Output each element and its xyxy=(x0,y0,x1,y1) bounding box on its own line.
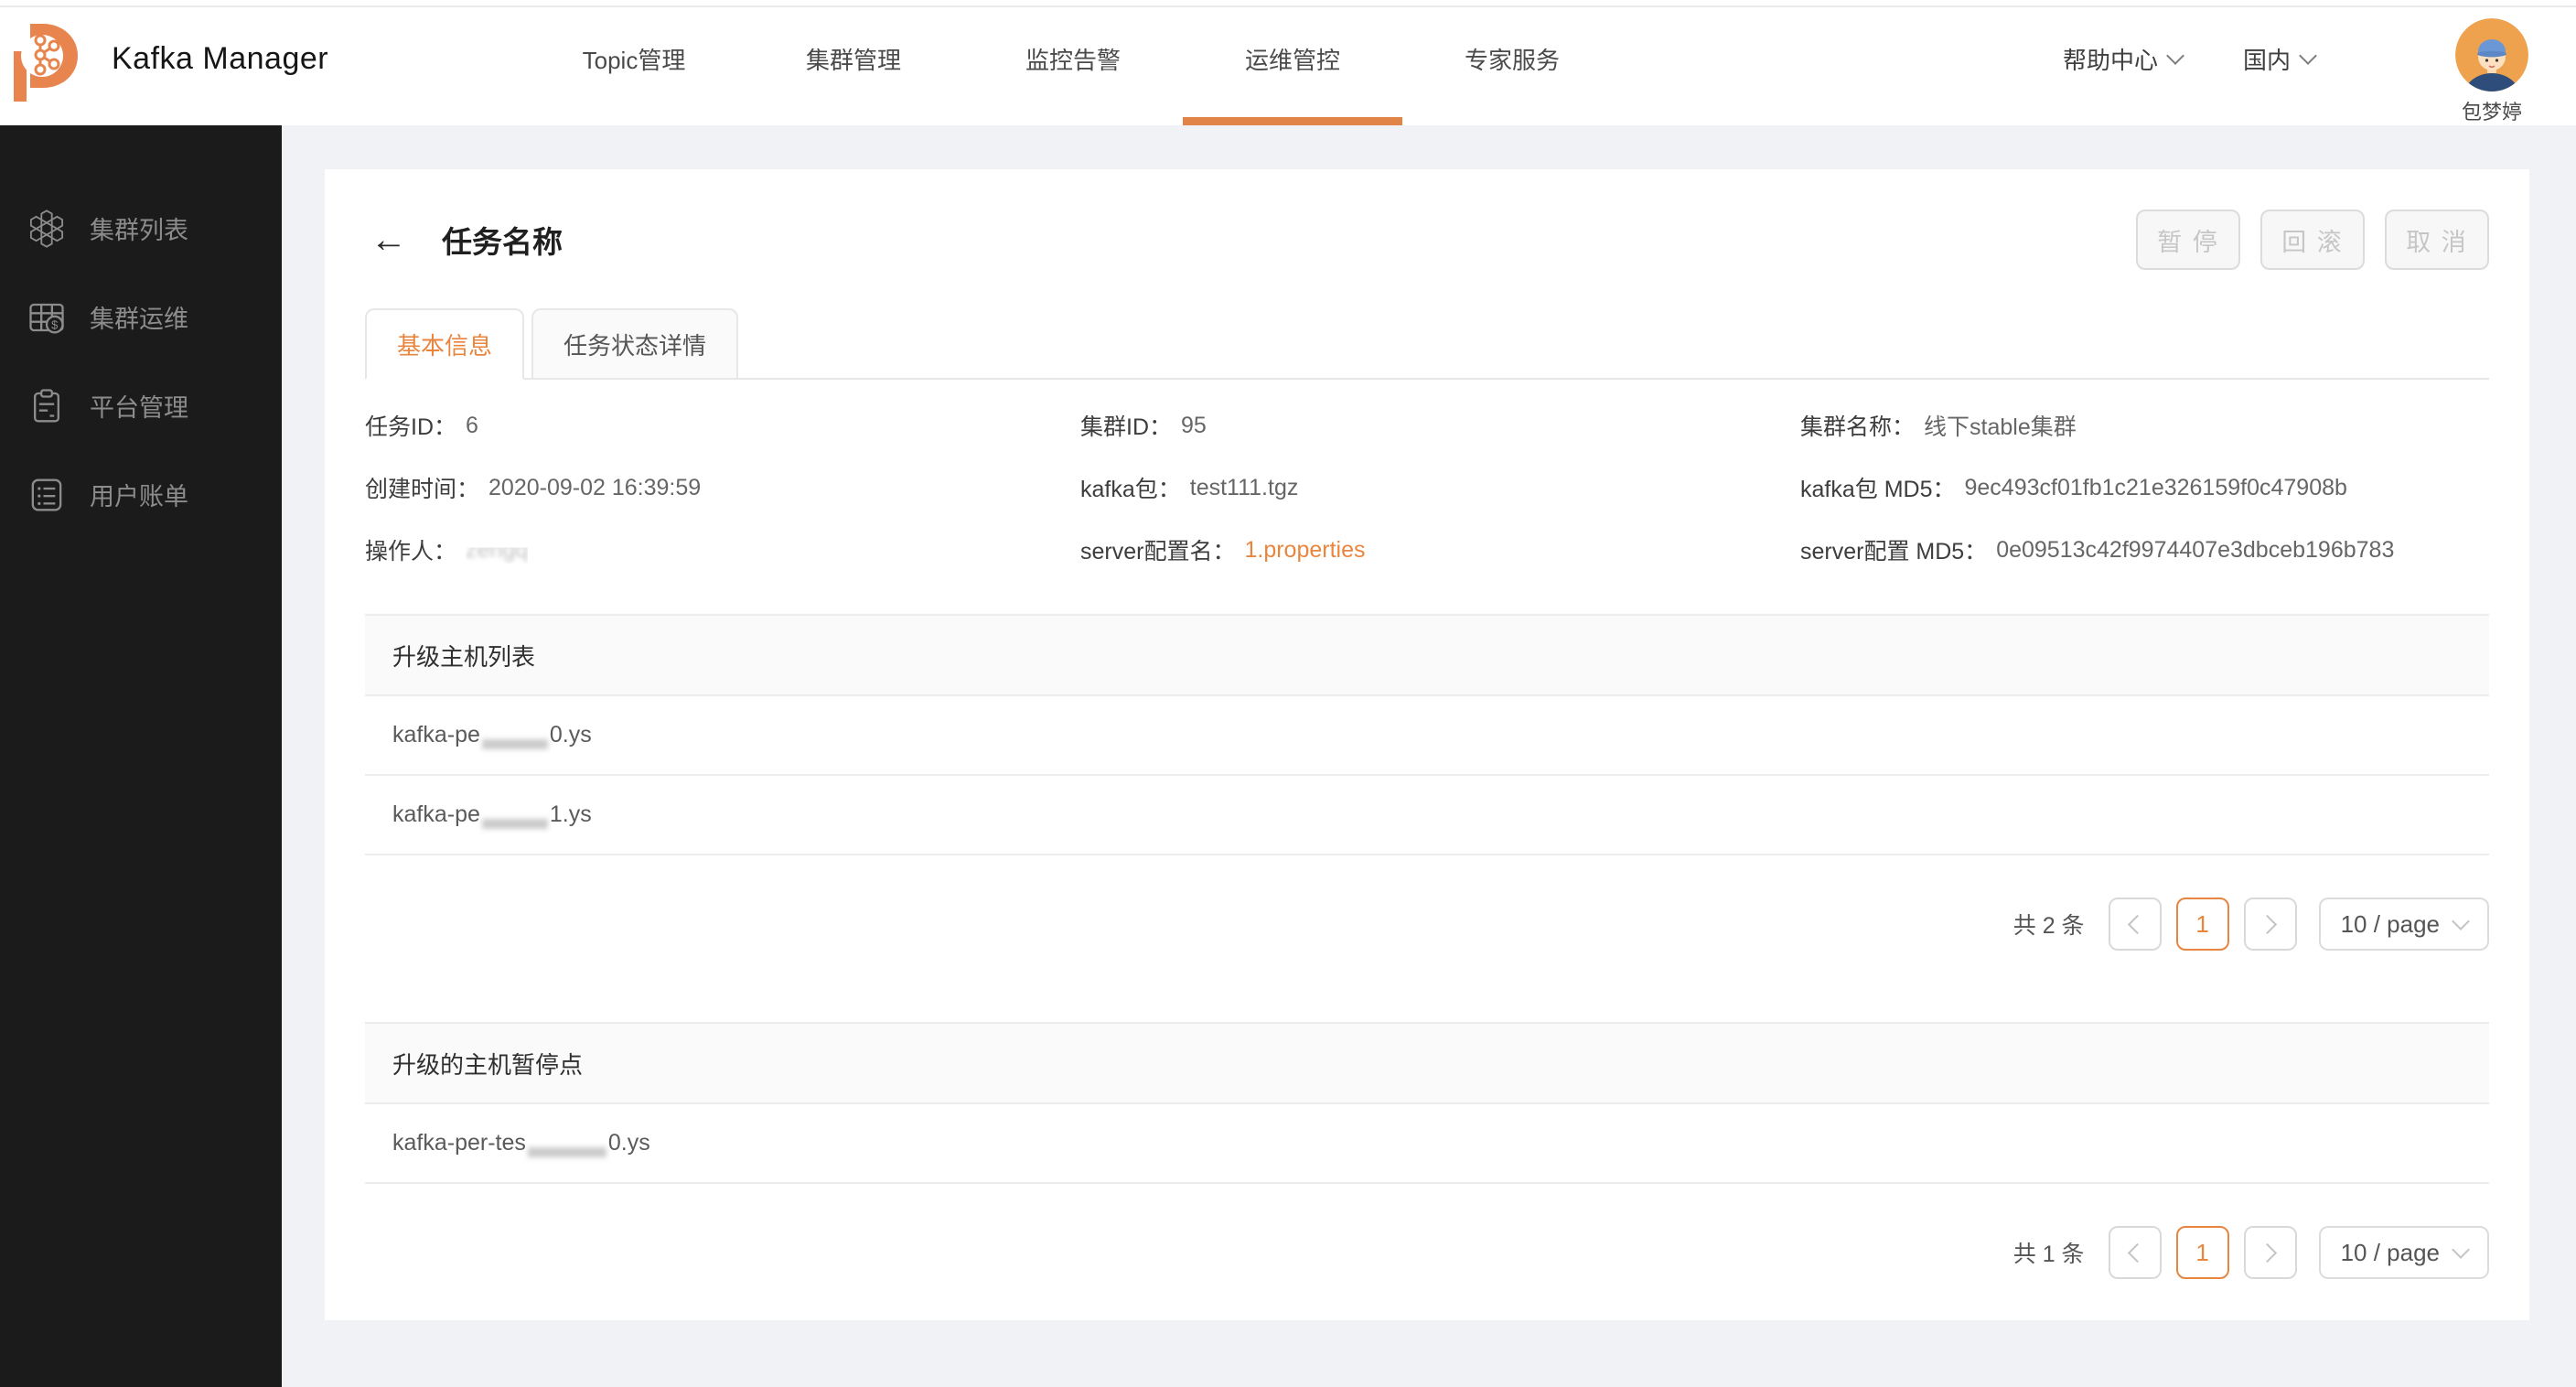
nav-item-cluster[interactable]: 集群管理 xyxy=(744,0,963,118)
main-nav: Topic管理 集群管理 监控告警 运维管控 专家服务 xyxy=(524,0,1622,125)
info-task-id: 任务ID： 6 xyxy=(365,412,478,441)
page-1-button[interactable]: 1 xyxy=(2175,898,2229,951)
cluster-ops-icon: $ xyxy=(27,298,66,337)
help-center-menu[interactable]: 帮助中心 xyxy=(2063,0,2184,118)
sidebar-item-cluster-ops[interactable]: $ 集群运维 xyxy=(0,273,282,361)
prev-page-button[interactable] xyxy=(2108,898,2162,951)
user-menu[interactable]: 包梦婷 xyxy=(2444,18,2539,125)
page-size-select[interactable]: 10 / page xyxy=(2318,1226,2489,1279)
help-center-label: 帮助中心 xyxy=(2063,47,2159,74)
back-arrow-icon[interactable]: ← xyxy=(370,221,407,258)
pause-button[interactable]: 暂 停 xyxy=(2136,210,2240,270)
redacted-text xyxy=(481,726,548,749)
tab-task-status-detail[interactable]: 任务状态详情 xyxy=(531,308,739,378)
svg-text:$: $ xyxy=(51,317,58,331)
sidebar-item-cluster-list[interactable]: 集群列表 xyxy=(0,184,282,273)
region-selector[interactable]: 国内 xyxy=(2243,0,2317,118)
chevron-down-icon xyxy=(2452,912,2470,930)
info-cluster-id: 集群ID： 95 xyxy=(1080,412,1207,441)
server-config-link[interactable]: 1.properties xyxy=(1244,537,1365,564)
chevron-right-icon xyxy=(2257,914,2278,934)
sidebar-item-platform[interactable]: 平台管理 xyxy=(0,361,282,450)
section-title: 升级主机列表 xyxy=(365,614,2489,696)
pause-point-pagination: 共 1 条 1 10 / page xyxy=(365,1226,2489,1279)
pagination-total: 共 2 条 xyxy=(2012,913,2085,939)
info-operator: 操作人： zengq xyxy=(365,536,529,565)
page-head: ← 任务名称 暂 停 回 滚 取 消 xyxy=(365,169,2489,270)
sidebar: 集群列表 $ 集群运维 平台管理 用户账单 xyxy=(0,125,282,1387)
chevron-left-icon xyxy=(2127,914,2148,934)
sidebar-item-label: 集群列表 xyxy=(90,217,188,244)
user-name: 包梦婷 xyxy=(2461,101,2522,124)
rollback-button[interactable]: 回 滚 xyxy=(2260,210,2365,270)
task-info-grid: 任务ID： 6 集群ID： 95 集群名称： 线下stable集群 创建时间： … xyxy=(365,380,2489,581)
redacted-text xyxy=(481,806,548,829)
info-server-config-name: server配置名： 1.properties xyxy=(1080,536,1366,565)
nav-item-ops[interactable]: 运维管控 xyxy=(1183,0,1402,125)
prev-page-button[interactable] xyxy=(2108,1226,2162,1279)
app-title: Kafka Manager xyxy=(112,41,329,76)
section-title: 升级的主机暂停点 xyxy=(365,1022,2489,1104)
info-kafka-package-md5: kafka包 MD5： 9ec493cf01fb1c21e326159f0c47… xyxy=(1800,474,2347,503)
info-create-time: 创建时间： 2020-09-02 16:39:59 xyxy=(365,474,702,503)
honeycomb-icon xyxy=(27,209,66,248)
sidebar-item-label: 平台管理 xyxy=(90,394,188,422)
chevron-right-icon xyxy=(2257,1242,2278,1263)
table-row: kafka-per-tes 0.ys xyxy=(365,1104,2489,1184)
info-kafka-package: kafka包： test111.tgz xyxy=(1080,474,1299,503)
nav-item-expert[interactable]: 专家服务 xyxy=(1402,0,1622,118)
nav-item-topic[interactable]: Topic管理 xyxy=(524,0,744,118)
pagination-total: 共 1 条 xyxy=(2012,1242,2085,1267)
billing-list-icon xyxy=(27,476,66,514)
chevron-down-icon xyxy=(2452,1241,2470,1259)
upgrade-host-list-section: 升级主机列表 kafka-pe 0.ys kafka-pe 1.ys 共 2 条… xyxy=(365,614,2489,951)
page-size-select[interactable]: 10 / page xyxy=(2318,898,2489,951)
sidebar-item-billing[interactable]: 用户账单 xyxy=(0,450,282,539)
app-header: Kafka Manager Topic管理 集群管理 监控告警 运维管控 专家服… xyxy=(0,0,2576,125)
info-cluster-name: 集群名称： 线下stable集群 xyxy=(1800,414,2077,440)
tabs: 基本信息 任务状态详情 xyxy=(365,308,2489,380)
chevron-left-icon xyxy=(2127,1242,2148,1263)
nav-item-monitor[interactable]: 监控告警 xyxy=(963,0,1183,118)
next-page-button[interactable] xyxy=(2243,1226,2297,1279)
avatar xyxy=(2455,18,2528,91)
sidebar-item-label: 用户账单 xyxy=(90,483,188,511)
table-row: kafka-pe 1.ys xyxy=(365,776,2489,855)
chevron-down-icon xyxy=(2299,46,2317,65)
host-list-pagination: 共 2 条 1 10 / page xyxy=(365,898,2489,951)
head-actions: 暂 停 回 滚 取 消 xyxy=(2136,210,2489,270)
upgrade-pause-point-section: 升级的主机暂停点 kafka-per-tes 0.ys 共 1 条 1 10 /… xyxy=(365,1022,2489,1279)
cancel-button[interactable]: 取 消 xyxy=(2385,210,2489,270)
next-page-button[interactable] xyxy=(2243,898,2297,951)
clipboard-icon xyxy=(27,387,66,425)
page-1-button[interactable]: 1 xyxy=(2175,1226,2229,1279)
sidebar-item-label: 集群运维 xyxy=(90,306,188,333)
page-title: 任务名称 xyxy=(442,225,563,259)
app-logo-icon xyxy=(13,24,80,102)
task-detail-card: ← 任务名称 暂 停 回 滚 取 消 基本信息 任务状态详情 任务ID： 6 集… xyxy=(325,169,2529,1320)
tab-basic-info[interactable]: 基本信息 xyxy=(365,308,525,380)
chevron-down-icon xyxy=(2166,46,2184,65)
info-server-config-md5: server配置 MD5： 0e09513c42f9974407e3dbceb1… xyxy=(1800,536,2395,565)
redacted-text xyxy=(527,1134,606,1157)
region-label: 国内 xyxy=(2243,47,2292,74)
table-row: kafka-pe 0.ys xyxy=(365,696,2489,776)
